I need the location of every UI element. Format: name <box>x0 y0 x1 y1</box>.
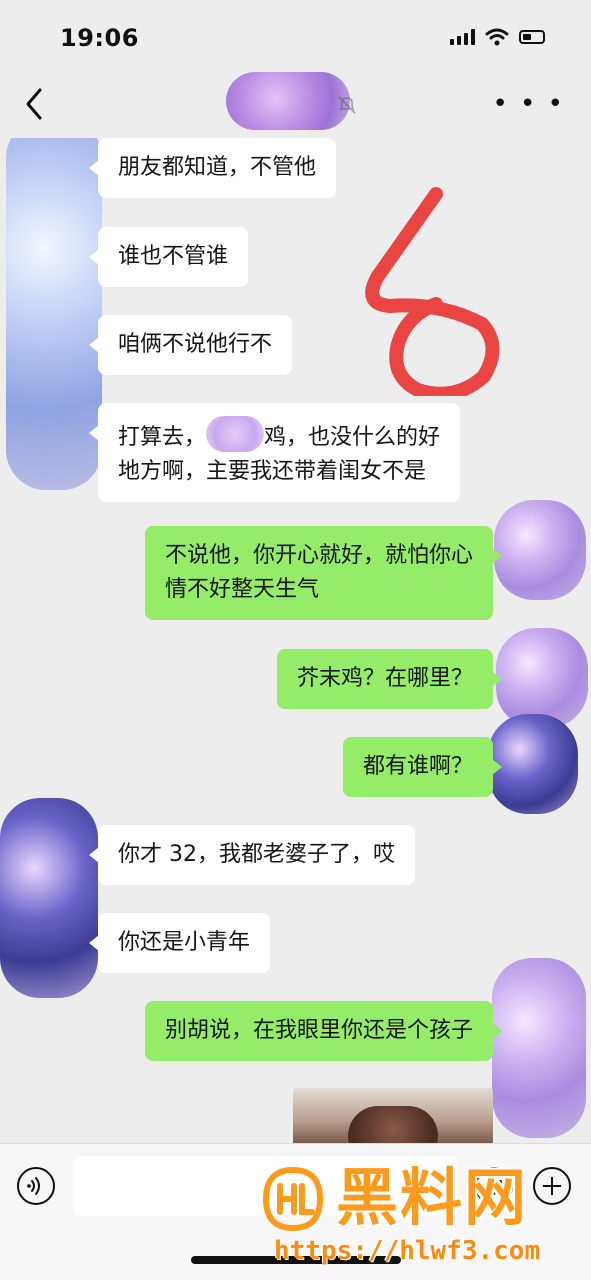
more-dots-icon[interactable]: • • • <box>492 91 565 117</box>
message-row: 不说他，你开心就好，就怕你心 情不好整天生气 <box>144 526 503 620</box>
message-bubble-received[interactable]: 你还是小青年 <box>88 913 271 973</box>
message-row: 咱俩不说他行不 <box>88 315 293 375</box>
message-row: 你才 32，我都老婆子了，哎 <box>89 825 415 885</box>
message-bubble-received[interactable]: 打算去， 鸡，也没什么的好 地方啊，主要我还带着闺女不是 <box>88 403 461 502</box>
voice-icon[interactable] <box>16 1166 56 1206</box>
message-bubble-sent[interactable]: 不说他，你开心就好，就怕你心 情不好整天生气 <box>144 526 503 620</box>
avatar[interactable] <box>496 628 588 728</box>
chevron-left-icon[interactable] <box>20 86 50 122</box>
avatar[interactable] <box>492 958 586 1138</box>
message-row: 你还是小青年 <box>88 913 271 973</box>
watermark-logo-icon <box>262 1166 324 1232</box>
message-row: 打算去， 鸡，也没什么的好 地方啊，主要我还带着闺女不是 <box>88 403 461 502</box>
message-bubble-sent[interactable]: 都有谁啊？ <box>342 737 503 797</box>
avatar[interactable] <box>0 798 98 998</box>
watermark-url: https://hlwf3.com <box>274 1236 541 1266</box>
message-row: 谁也不管谁 <box>88 227 249 287</box>
redacted-word <box>206 416 265 452</box>
message-line: 情不好整天生气 <box>164 577 319 602</box>
bell-muted-icon <box>338 96 356 114</box>
chat-header: • • • <box>0 72 591 138</box>
watermark: 黑料网 https://hlwf3.com <box>254 1162 589 1274</box>
message-line: 不说他，你开心就好，就怕你心 <box>164 543 473 568</box>
message-bubble-received[interactable]: 你才 32，我都老婆子了，哎 <box>89 825 415 885</box>
image-content <box>348 1106 438 1143</box>
avatar[interactable] <box>494 500 586 600</box>
red-number-annotation <box>365 187 500 396</box>
message-bubble-sent[interactable]: 芥末鸡？在哪里？ <box>276 649 503 709</box>
message-line: 打算去， 鸡，也没什么的好 <box>118 416 440 455</box>
message-bubble-received[interactable]: 谁也不管谁 <box>88 227 249 287</box>
message-row: 别胡说，在我眼里你还是个孩子 <box>144 1001 503 1061</box>
message-bubble-received[interactable]: 咱俩不说他行不 <box>88 315 293 375</box>
message-row: 芥末鸡？在哪里？ <box>276 649 503 709</box>
status-bar: 19:06 <box>0 0 591 72</box>
message-list[interactable]: 朋友都知道，不管他 谁也不管谁 咱俩不说他行不 打算去， 鸡，也没什么的好 地方啊… <box>0 138 591 1143</box>
message-row: 朋友都知道，不管他 <box>88 138 337 198</box>
message-row: 都有谁啊？ <box>342 737 503 797</box>
avatar[interactable] <box>6 138 102 490</box>
image-message[interactable] <box>293 1088 493 1143</box>
message-bubble-sent[interactable]: 别胡说，在我眼里你还是个孩子 <box>144 1001 503 1061</box>
battery-icon <box>519 30 545 44</box>
contact-name-redacted <box>226 72 350 130</box>
message-bubble-received[interactable]: 朋友都知道，不管他 <box>88 138 337 198</box>
status-icons <box>450 28 545 46</box>
watermark-brand: 黑料网 <box>336 1161 529 1234</box>
signal-icon <box>450 29 475 45</box>
status-time: 19:06 <box>60 24 139 52</box>
message-line: 地方啊，主要我还带着闺女不是 <box>118 459 427 484</box>
wifi-icon <box>485 28 509 46</box>
